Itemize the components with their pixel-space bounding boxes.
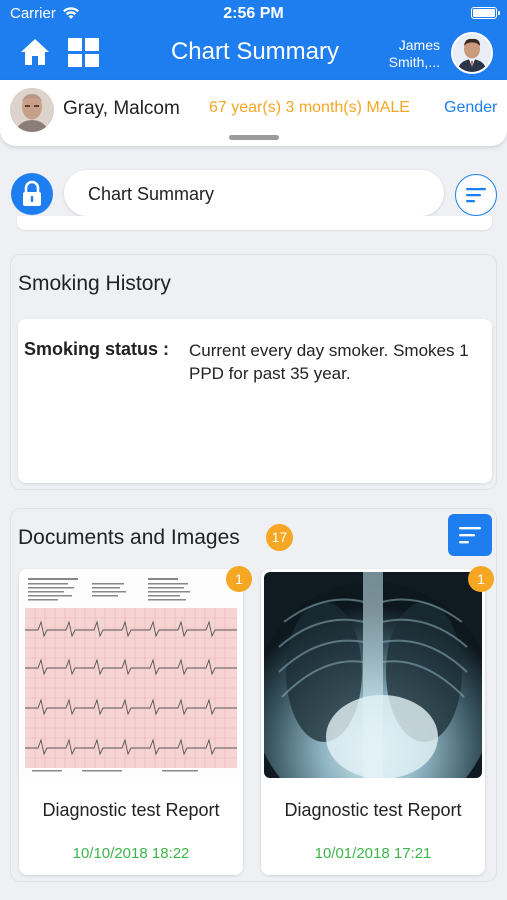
drag-handle[interactable] — [229, 135, 279, 140]
document-name: Diagnostic test Report — [42, 800, 220, 820]
document-date: 10/01/2018 17:21 — [314, 845, 432, 862]
chest-xray-thumbnail — [264, 572, 482, 778]
patient-photo-icon — [10, 88, 54, 132]
user-name-last: Smith,... — [388, 54, 440, 70]
patient-gender-label: Gender — [444, 99, 498, 116]
filter-button[interactable] — [455, 174, 497, 216]
patient-banner[interactable]: Gray, Malcom 67 year(s) 3 month(s) MALE … — [0, 80, 507, 146]
smoking-history-section: Smoking History Smoking status : Current… — [10, 254, 497, 490]
document-date: 10/10/2018 18:22 — [72, 845, 190, 862]
smoking-status-label: Smoking status : — [24, 339, 170, 359]
filter-icon — [466, 188, 486, 203]
document-card-1[interactable]: 1 Diagnostic test Report 10/10/2018 18:2… — [19, 566, 252, 875]
user-name[interactable]: James Smith,... — [372, 37, 440, 71]
sort-icon — [459, 527, 481, 544]
status-bar: Carrier 2:56 PM — [0, 0, 507, 28]
home-icon[interactable] — [20, 37, 50, 67]
smoking-status-value: Current every day smoker. Smokes 1 PPD f… — [189, 341, 469, 383]
lock-button[interactable] — [11, 173, 53, 215]
page-title: Chart Summary — [170, 38, 340, 65]
search-value: Chart Summary — [88, 184, 215, 204]
user-avatar-icon — [453, 34, 491, 72]
top-bar: Carrier 2:56 PM Chart Summary James Smit… — [0, 0, 507, 80]
smoking-status-card: Smoking status : Current every day smoke… — [18, 319, 492, 483]
lock-icon — [23, 180, 41, 206]
patient-age-sex: 67 year(s) 3 month(s) MALE — [209, 99, 410, 116]
document-badge: 1 — [468, 566, 494, 592]
chart-search-input[interactable]: Chart Summary — [64, 170, 444, 216]
documents-title: Documents and Images — [18, 526, 240, 549]
clock: 2:56 PM — [223, 5, 284, 22]
previous-card-remnant — [17, 216, 492, 230]
user-avatar[interactable] — [451, 32, 493, 74]
documents-sort-button[interactable] — [448, 514, 492, 556]
document-badge: 1 — [226, 566, 252, 592]
grid-icon[interactable] — [68, 38, 99, 67]
ecg-report-thumbnail — [22, 572, 240, 778]
patient-photo — [10, 88, 54, 132]
documents-count-badge: 17 — [266, 524, 293, 551]
document-name: Diagnostic test Report — [284, 800, 462, 820]
user-name-first: James — [398, 37, 440, 53]
documents-section: Documents and Images 17 1 Diagnostic tes… — [10, 508, 497, 882]
patient-name: Gray, Malcom — [63, 98, 180, 119]
battery-icon — [471, 7, 500, 19]
document-card-2[interactable]: 1 Diagnostic test Report 10/01/2018 17:2… — [261, 566, 494, 875]
smoking-history-title: Smoking History — [18, 272, 171, 295]
